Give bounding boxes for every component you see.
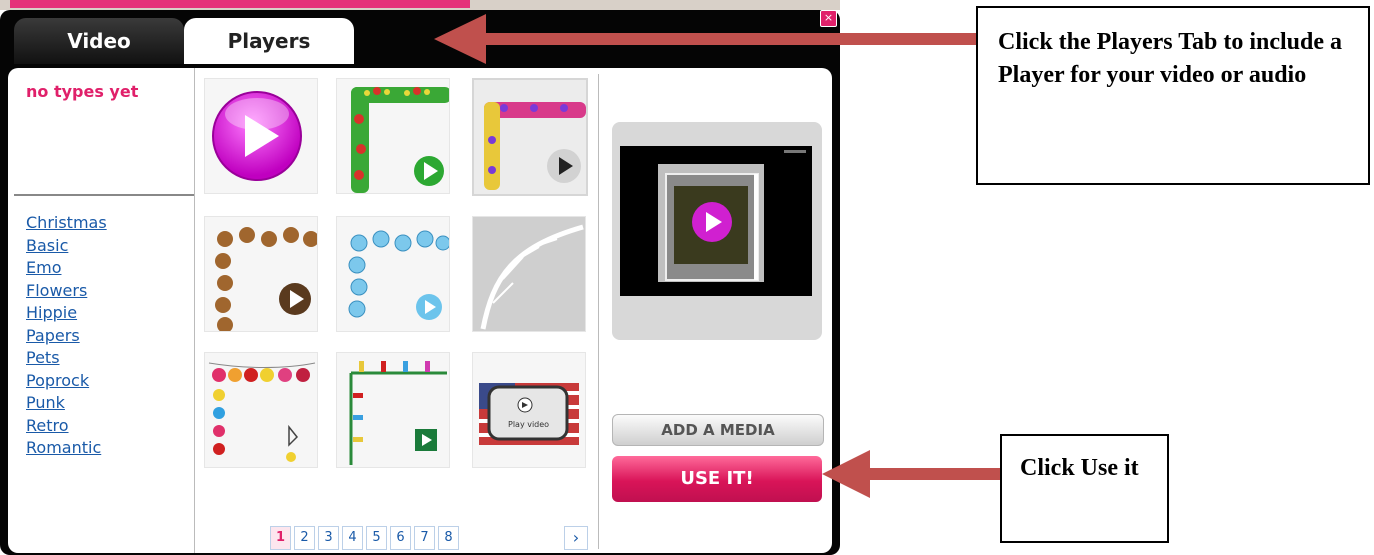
christmas-lights-frame-icon (349, 361, 447, 465)
play-video-caption: Play video (508, 420, 549, 429)
category-link-emo[interactable]: Emo (26, 257, 107, 280)
player-thumbnail-gingerbread[interactable] (204, 216, 318, 332)
background-page-strip (0, 0, 840, 10)
use-it-button[interactable]: USE IT! (612, 456, 822, 502)
magenta-play-orb-icon (212, 91, 302, 181)
flag-tv-frame-icon: Play video (479, 383, 579, 445)
player-preview (612, 122, 822, 340)
category-link-flowers[interactable]: Flowers (26, 280, 107, 303)
callout-players-tab: Click the Players Tab to include a Playe… (976, 6, 1370, 185)
callout-use-it: Click Use it (1000, 434, 1169, 543)
tab-video[interactable]: Video (14, 18, 184, 64)
page-3-button[interactable]: 3 (318, 526, 339, 550)
close-icon[interactable]: × (820, 10, 837, 27)
preview-player-icon (658, 150, 806, 282)
arrow-to-use-it (822, 450, 1000, 498)
page-2-button[interactable]: 2 (294, 526, 315, 550)
preview-screen (620, 146, 812, 296)
category-link-basic[interactable]: Basic (26, 235, 107, 258)
category-link-poprock[interactable]: Poprock (26, 370, 107, 393)
media-picker-window: Video Players no types yet Christmas Bas… (0, 10, 840, 555)
category-link-punk[interactable]: Punk (26, 392, 107, 415)
page-1-button[interactable]: 1 (270, 526, 291, 550)
player-thumbnail-snowflake[interactable] (336, 216, 450, 332)
pine-branch-frame-icon (480, 224, 584, 330)
player-thumbnail-magenta-orb[interactable] (204, 78, 318, 194)
category-link-hippie[interactable]: Hippie (26, 302, 107, 325)
no-types-label: no types yet (26, 82, 139, 101)
category-link-christmas[interactable]: Christmas (26, 212, 107, 235)
category-link-pets[interactable]: Pets (26, 347, 107, 370)
page-4-button[interactable]: 4 (342, 526, 363, 550)
background-pink-band (10, 0, 470, 8)
category-link-romantic[interactable]: Romantic (26, 437, 107, 460)
next-page-button[interactable]: › (564, 526, 588, 550)
snowflake-frame-icon (348, 230, 449, 320)
player-thumbnail-merry-christmas[interactable] (336, 78, 450, 194)
add-media-button[interactable]: ADD A MEDIA (612, 414, 824, 446)
category-list: Christmas Basic Emo Flowers Hippie Paper… (26, 212, 107, 460)
players-panel: no types yet Christmas Basic Emo Flowers… (8, 68, 832, 553)
divider (14, 194, 194, 196)
player-thumbnail-ornaments[interactable] (204, 352, 318, 468)
callout-use-it-text: Click Use it (1020, 455, 1139, 481)
column-divider (194, 68, 195, 553)
player-thumbnail-flag-tv[interactable]: Play video (472, 352, 586, 468)
tab-players[interactable]: Players (184, 18, 354, 64)
type-filter-area: no types yet (8, 68, 194, 194)
player-thumbnail-pine-branch[interactable] (472, 216, 586, 332)
happy-candy-frame-icon (484, 102, 586, 190)
page-5-button[interactable]: 5 (366, 526, 387, 550)
page-6-button[interactable]: 6 (390, 526, 411, 550)
callout-players-tab-text: Click the Players Tab to include a Playe… (998, 29, 1343, 88)
player-thumbnail-happy-candy[interactable] (472, 78, 588, 196)
page-8-button[interactable]: 8 (438, 526, 459, 550)
merry-christmas-frame-icon (351, 87, 449, 193)
column-divider (598, 74, 599, 549)
category-link-papers[interactable]: Papers (26, 325, 107, 348)
category-link-retro[interactable]: Retro (26, 415, 107, 438)
ornament-string-frame-icon (208, 362, 316, 462)
page-7-button[interactable]: 7 (414, 526, 435, 550)
player-thumbnail-lights[interactable] (336, 352, 450, 468)
gingerbread-frame-icon (215, 227, 317, 331)
